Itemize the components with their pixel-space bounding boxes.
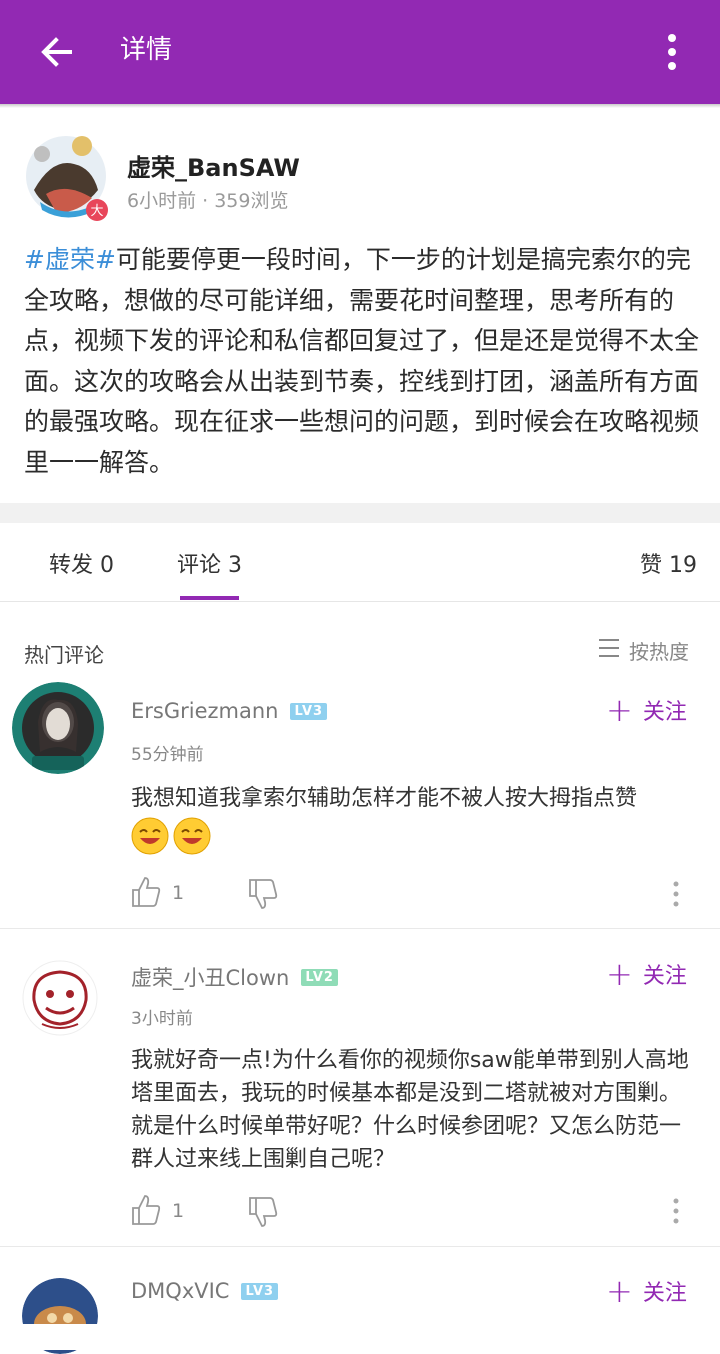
plus-icon: + <box>606 691 633 729</box>
post-meta: 6小时前 · 359浏览 <box>127 190 289 212</box>
follow-button[interactable]: + 关注 <box>606 1275 687 1307</box>
post-text: 可能要停更一段时间，下一步的计划是搞完索尔的完全攻略，想做的尽可能详细，需要花时… <box>24 245 700 477</box>
page-title: 详情 <box>120 35 173 65</box>
sort-label: 按热度 <box>629 639 689 664</box>
comment-header: 虚荣_小丑Clown LV2 <box>131 962 338 992</box>
more-options-icon[interactable] <box>670 880 682 912</box>
avatar[interactable] <box>22 960 98 1036</box>
thumbs-down-icon[interactable] <box>248 1196 278 1232</box>
level-badge: LV3 <box>290 702 328 720</box>
list-icon <box>597 637 621 663</box>
app-bar-shadow <box>0 104 720 108</box>
grin-emoji-icon <box>173 817 211 855</box>
divider <box>0 601 720 602</box>
post-body: #虚荣#可能要停更一段时间，下一步的计划是搞完索尔的完全攻略，想做的尽可能详细，… <box>24 240 700 483</box>
more-vertical-icon[interactable] <box>660 30 684 74</box>
app-bar: 详情 <box>0 0 720 104</box>
follow-button[interactable]: + 关注 <box>606 694 687 726</box>
author-avatar[interactable]: 大 <box>22 128 114 224</box>
hashtag-link[interactable]: #虚荣# <box>24 245 116 274</box>
hot-comments-title: 热门评论 <box>24 643 104 667</box>
commenter-name[interactable]: DMQxVIC <box>131 1279 229 1303</box>
follow-label: 关注 <box>642 700 687 725</box>
comment-time: 3小时前 <box>131 1009 193 1029</box>
tab-repost[interactable]: 转发 0 <box>49 547 114 579</box>
commenter-name[interactable]: 虚荣_小丑Clown <box>131 962 289 992</box>
plus-icon: + <box>606 1272 633 1310</box>
like-count: 1 <box>172 882 185 904</box>
avatar[interactable] <box>12 682 104 774</box>
thumbs-up-icon[interactable] <box>131 876 161 912</box>
sort-button[interactable]: 按热度 <box>597 636 689 664</box>
level-badge: LV2 <box>301 968 338 986</box>
divider <box>0 928 720 929</box>
comment-text: 我想知道我拿索尔辅助怎样才能不被人按大拇指点赞 <box>131 786 638 811</box>
svg-text:大: 大 <box>90 204 103 219</box>
tab-active-indicator <box>180 596 239 600</box>
more-options-icon[interactable] <box>670 1197 682 1229</box>
comment-header: ErsGriezmann LV3 <box>131 699 328 723</box>
divider <box>0 1246 720 1247</box>
section-gap <box>0 503 720 523</box>
level-badge: LV3 <box>241 1282 279 1300</box>
follow-label: 关注 <box>642 1281 687 1306</box>
tab-comments[interactable]: 评论 3 <box>177 547 242 579</box>
thumbs-down-icon[interactable] <box>248 878 278 914</box>
author-name[interactable]: 虚荣_BanSAW <box>127 148 300 183</box>
tab-likes[interactable]: 赞 19 <box>640 547 697 579</box>
follow-button[interactable]: + 关注 <box>606 958 687 990</box>
follow-label: 关注 <box>642 964 687 989</box>
comment-header: DMQxVIC LV3 <box>131 1279 279 1303</box>
bottom-fade <box>0 1324 720 1350</box>
plus-icon: + <box>606 955 633 993</box>
comment-text: 我就好奇一点!为什么看你的视频你saw能单带到别人高地塔里面去，我玩的时候基本都… <box>131 1048 689 1172</box>
emoji-row <box>131 817 211 855</box>
thumbs-up-icon[interactable] <box>131 1194 161 1230</box>
like-count: 1 <box>172 1200 185 1222</box>
comment-time: 55分钟前 <box>131 745 204 765</box>
arrow-left-icon[interactable] <box>36 30 80 74</box>
commenter-name[interactable]: ErsGriezmann <box>131 699 278 723</box>
grin-emoji-icon <box>131 817 169 855</box>
